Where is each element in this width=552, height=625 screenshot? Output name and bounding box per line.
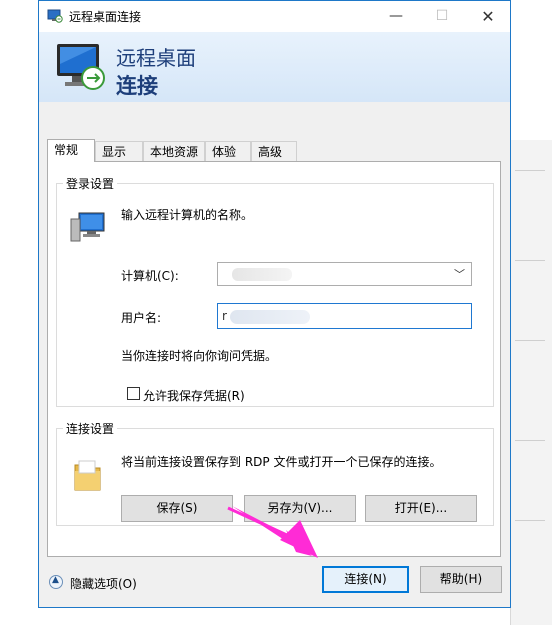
connection-settings-group: 连接设置 将当前连接设置保存到 RDP 文件或打开一个已保存的连接。 保存(S)… — [56, 420, 494, 526]
connection-settings-legend: 连接设置 — [66, 422, 115, 436]
computer-monitor-icon — [70, 212, 105, 242]
redacted-text — [232, 268, 292, 281]
save-as-button[interactable]: 另存为(V)... — [244, 495, 356, 522]
background-window — [510, 140, 552, 625]
login-settings-group: 登录设置 输入远程计算机的名称。 计算机(C): ﹀ 用户名: r 当你连接时将… — [56, 175, 494, 407]
open-button[interactable]: 打开(E)... — [365, 495, 477, 522]
chevron-down-icon[interactable]: ﹀ — [454, 266, 465, 282]
tab-experience[interactable]: 体验 — [205, 141, 251, 161]
bg-divider — [515, 520, 545, 521]
title-bar: 远程桌面连接 — ☐ ✕ — [39, 1, 510, 32]
credentials-note: 当你连接时将向你询问凭据。 — [121, 349, 278, 363]
maximize-button[interactable]: ☐ — [419, 1, 465, 32]
connection-description: 将当前连接设置保存到 RDP 文件或打开一个已保存的连接。 — [121, 455, 442, 469]
save-credentials-label[interactable]: 允许我保存凭据(R) — [143, 387, 245, 404]
hide-options-label[interactable]: 隐藏选项(O) — [70, 575, 137, 592]
computer-name-prompt: 输入远程计算机的名称。 — [121, 208, 254, 222]
bg-divider — [515, 260, 545, 261]
save-credentials-checkbox[interactable] — [127, 387, 140, 400]
tab-panel-general: 登录设置 输入远程计算机的名称。 计算机(C): ﹀ 用户名: r 当你连接时将… — [47, 161, 501, 557]
minimize-button[interactable]: — — [373, 1, 419, 32]
tab-display[interactable]: 显示 — [95, 141, 143, 161]
remote-desktop-monitor-icon — [57, 44, 105, 90]
banner-title-line1: 远程桌面 — [116, 46, 196, 70]
chevron-up-circle-icon[interactable]: ▲ — [49, 575, 63, 589]
redacted-text — [230, 310, 310, 324]
computer-combobox[interactable]: ﹀ — [217, 262, 472, 286]
username-input[interactable]: r — [217, 303, 472, 329]
tab-general[interactable]: 常规 — [47, 139, 95, 162]
save-button[interactable]: 保存(S) — [121, 495, 233, 522]
username-value: r — [222, 309, 227, 323]
tab-advanced[interactable]: 高级 — [251, 141, 297, 161]
bg-divider — [515, 340, 545, 341]
login-settings-legend: 登录设置 — [66, 177, 115, 191]
close-button[interactable]: ✕ — [465, 1, 511, 32]
bg-divider — [515, 170, 545, 171]
folder-icon — [74, 460, 101, 491]
header-banner: 远程桌面 连接 — [39, 32, 510, 102]
window-title: 远程桌面连接 — [69, 10, 142, 24]
remote-desktop-window: 远程桌面连接 — ☐ ✕ 远程桌面 连接 常规 显示 本地资源 体验 高级 登录… — [38, 0, 511, 608]
bg-divider — [515, 440, 545, 441]
tab-local-resources[interactable]: 本地资源 — [143, 141, 205, 161]
computer-label: 计算机(C): — [121, 269, 179, 283]
banner-title-line2: 连接 — [116, 74, 158, 98]
username-label: 用户名: — [121, 311, 162, 325]
remote-desktop-icon — [47, 9, 63, 23]
help-button[interactable]: 帮助(H) — [420, 566, 502, 593]
connect-button[interactable]: 连接(N) — [322, 566, 409, 593]
